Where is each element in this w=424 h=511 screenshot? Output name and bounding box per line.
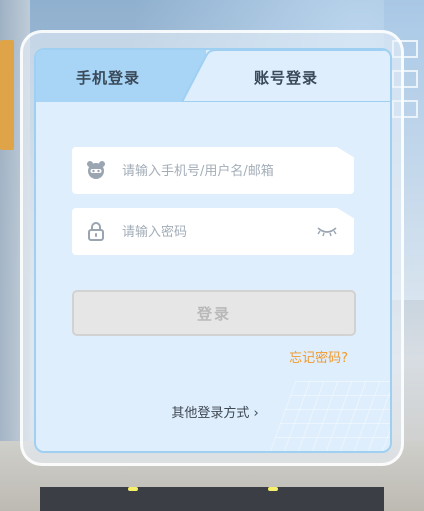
password-field[interactable] xyxy=(72,208,354,255)
user-avatar-icon xyxy=(87,161,105,179)
forgot-password-link[interactable]: 忘记密码? xyxy=(289,347,348,366)
account-input[interactable] xyxy=(120,147,314,194)
grid-decoration xyxy=(270,381,390,451)
login-button[interactable]: 登录 xyxy=(72,290,356,336)
login-panel: 手机登录 账号登录 登录 忘 xyxy=(34,48,392,453)
tab-account-login-label: 账号登录 xyxy=(254,69,319,87)
eye-closed-icon[interactable] xyxy=(316,224,338,238)
background-bar xyxy=(40,487,384,511)
password-input[interactable] xyxy=(120,208,314,255)
tab-account-login[interactable] xyxy=(36,50,392,102)
account-field[interactable] xyxy=(72,147,354,194)
background-light xyxy=(128,487,138,491)
background-sign xyxy=(0,40,14,150)
lock-icon xyxy=(88,222,104,241)
background-light xyxy=(268,487,278,491)
